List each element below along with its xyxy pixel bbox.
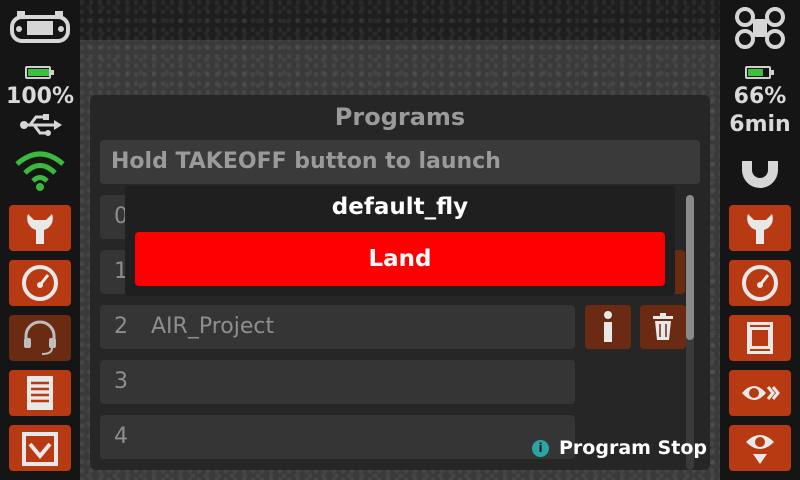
wrench-icon <box>747 214 773 244</box>
program-row-4[interactable]: 4 <box>100 415 575 459</box>
info-icon <box>604 311 612 342</box>
headset-icon <box>24 320 56 355</box>
chip-icon <box>747 322 773 354</box>
tray-down-icon <box>22 432 58 466</box>
launch-hint: Hold TAKEOFF button to launch <box>100 140 700 184</box>
usb-icon <box>18 112 62 138</box>
program-stop-button[interactable]: i Program Stop <box>532 432 712 464</box>
controller-battery-fill <box>28 69 49 76</box>
document-button[interactable] <box>9 370 71 416</box>
eye-arrows-icon <box>742 386 780 400</box>
headset-button[interactable] <box>9 315 71 361</box>
program-number: 2 <box>114 314 128 339</box>
gamepad-icon <box>9 9 71 47</box>
drone-battery-icon <box>745 66 774 79</box>
program-list-scrollbar[interactable] <box>686 195 694 470</box>
controller-battery-icon <box>25 66 54 79</box>
wifi-icon <box>14 148 66 192</box>
trash-icon <box>653 313 673 340</box>
drone-icon <box>734 6 786 50</box>
flight-time-text: 6min <box>729 112 791 137</box>
right-status-panel: 66% 6min <box>720 0 800 480</box>
chip-button[interactable] <box>729 315 791 361</box>
magnet-icon <box>738 150 782 192</box>
program-row-2[interactable]: 2 AIR_Project <box>100 305 575 349</box>
gauge-button[interactable] <box>9 260 71 306</box>
eye-down-button[interactable] <box>729 425 791 471</box>
scrollbar-thumb[interactable] <box>686 195 694 340</box>
gauge-icon <box>22 265 58 301</box>
running-program-popup: default_fly Land <box>125 186 675 296</box>
program-info-button[interactable] <box>585 305 631 349</box>
left-status-panel: 100% <box>0 0 80 480</box>
settings-button[interactable] <box>729 205 791 251</box>
tray-down-button[interactable] <box>9 425 71 471</box>
dialog-title: Programs <box>334 103 466 131</box>
land-button[interactable]: Land <box>135 232 665 286</box>
eye-arrows-button[interactable] <box>729 370 791 416</box>
gauge-icon <box>742 265 778 301</box>
gauge-button[interactable] <box>729 260 791 306</box>
program-stop-label: Program Stop <box>559 437 707 459</box>
settings-button[interactable] <box>9 205 71 251</box>
document-icon <box>27 376 53 410</box>
program-number: 4 <box>114 424 128 449</box>
running-program-name: default_fly <box>331 194 469 220</box>
eye-down-icon <box>746 435 774 464</box>
info-icon: i <box>532 439 549 457</box>
controller-battery-text: 100% <box>6 84 74 109</box>
program-row-3[interactable]: 3 <box>100 360 575 404</box>
program-number: 3 <box>114 369 128 394</box>
drone-battery-text: 66% <box>733 84 787 109</box>
drone-battery-fill <box>748 69 763 76</box>
program-delete-button[interactable] <box>640 305 686 349</box>
program-name: AIR_Project <box>151 314 275 339</box>
wrench-icon <box>27 214 53 244</box>
